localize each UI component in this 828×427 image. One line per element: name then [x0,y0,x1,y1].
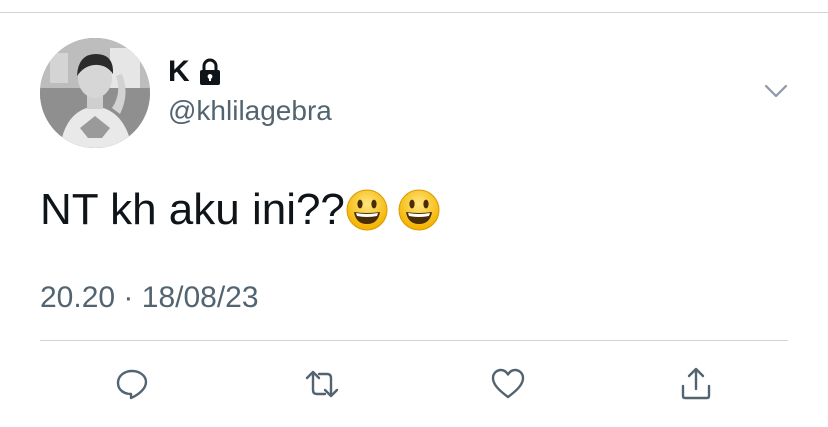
meta-separator: · [123,281,134,314]
like-button[interactable] [486,362,530,406]
tweet-timestamp[interactable]: 20.20 · 18/08/23 [40,280,259,316]
share-button[interactable] [674,362,718,406]
tweet-time: 20.20 [40,281,116,314]
tweet-text: NT kh aku ini?? [40,182,441,238]
avatar-photo [40,38,150,148]
retweet-icon [305,370,339,398]
author-handle[interactable]: @khlilagebra [168,94,332,128]
grinning-face-emoji [398,189,440,231]
bottom-divider [40,340,788,341]
grinning-face-emoji [346,189,388,231]
action-bar [0,362,828,406]
top-divider [0,12,828,13]
chevron-down-icon[interactable] [764,82,788,100]
retweet-button[interactable] [300,362,344,406]
reply-button[interactable] [110,362,154,406]
heart-icon [491,368,525,399]
share-icon [681,367,711,400]
lock-icon [199,58,220,85]
tweet-date: 18/08/23 [141,281,259,314]
display-name[interactable]: K [168,56,190,88]
reply-icon [116,369,148,400]
tweet-text-content: NT kh aku ini?? [40,185,345,234]
avatar[interactable] [40,38,150,148]
author-name-row[interactable]: K [168,56,222,88]
